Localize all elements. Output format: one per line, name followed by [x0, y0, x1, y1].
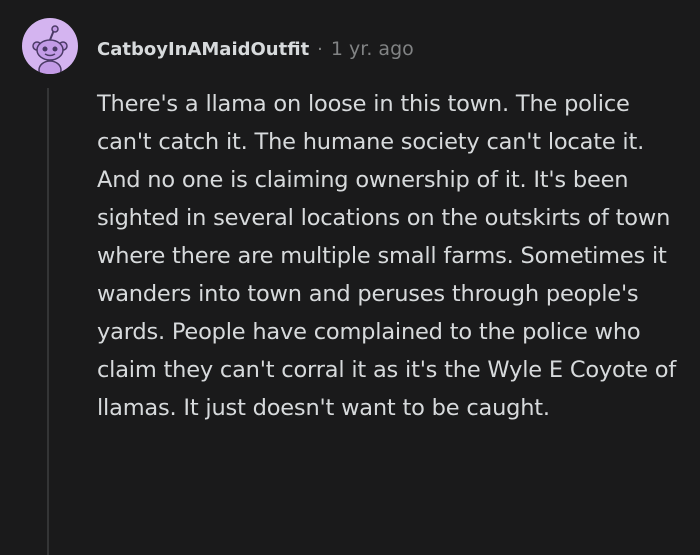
thread-collapse-line[interactable]: [47, 88, 49, 555]
comment-body: There's a llama on loose in this town. T…: [97, 91, 677, 421]
meta-separator: ·: [317, 38, 323, 60]
timestamp[interactable]: 1 yr. ago: [331, 38, 414, 60]
reddit-snoo-avatar-icon: [32, 25, 68, 74]
user-avatar[interactable]: [22, 18, 78, 74]
username-link[interactable]: CatboyInAMaidOutfit: [97, 39, 309, 60]
comment-header: CatboyInAMaidOutfit · 1 yr. ago: [97, 34, 414, 64]
comment: CatboyInAMaidOutfit · 1 yr. ago There's …: [0, 0, 700, 555]
